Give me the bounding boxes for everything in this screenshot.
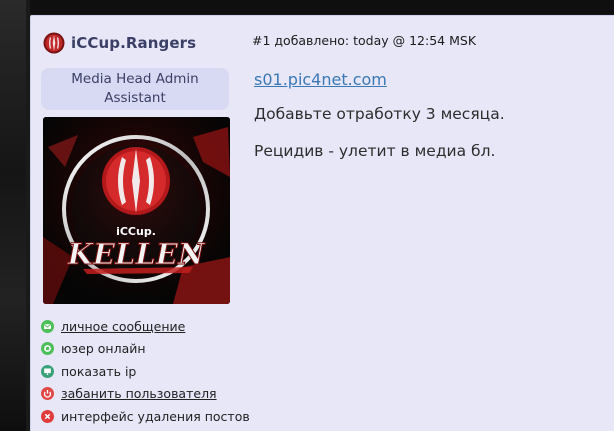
envelope-icon (41, 319, 54, 333)
clan-emblem-icon (43, 32, 65, 54)
action-label[interactable]: интерфейс удаления постов (61, 409, 250, 424)
action-ban-user[interactable]: забанить пользователя (41, 383, 250, 406)
user-title-badge: Media Head Admin Assistant (41, 68, 229, 110)
background-left (0, 0, 26, 431)
action-label[interactable]: забанить пользователя (61, 386, 217, 401)
avatar-text-main: KELLEN (67, 237, 206, 271)
action-show-ip[interactable]: показать ip (41, 360, 250, 383)
action-label[interactable]: показать ip (61, 364, 136, 379)
action-label: юзер онлайн (61, 341, 146, 357)
post-meta: #1 добавлено: today @ 12:54 MSK (252, 33, 477, 48)
post-author-panel: iCCup.Rangers Media Head Admin Assistant (31, 16, 251, 431)
post-line-1: Добавьте отработку 3 месяца. (254, 105, 505, 123)
monitor-icon (41, 364, 54, 378)
post-body: s01.pic4net.com Добавьте отработку 3 мес… (254, 70, 594, 178)
username-row: iCCup.Rangers (43, 32, 196, 54)
action-user-online: юзер онлайн (41, 338, 250, 361)
post-line-2: Рецидив - улетит в медиа бл. (254, 142, 496, 160)
power-icon (41, 387, 54, 401)
page-frame: iCCup.Rangers Media Head Admin Assistant (0, 0, 614, 431)
action-private-message[interactable]: личное сообщение (41, 315, 250, 338)
online-icon (41, 342, 54, 356)
username[interactable]: iCCup.Rangers (71, 34, 196, 52)
action-delete-posts[interactable]: интерфейс удаления постов (41, 405, 250, 428)
avatar: iCCup. KELLEN (43, 117, 230, 304)
delete-icon (41, 409, 54, 423)
background-top (30, 0, 614, 14)
user-actions-list: личное сообщение юзер онлайн показать ip… (41, 315, 250, 428)
forum-post: iCCup.Rangers Media Head Admin Assistant (30, 15, 614, 431)
post-link[interactable]: s01.pic4net.com (254, 70, 594, 89)
action-label[interactable]: личное сообщение (61, 319, 185, 334)
